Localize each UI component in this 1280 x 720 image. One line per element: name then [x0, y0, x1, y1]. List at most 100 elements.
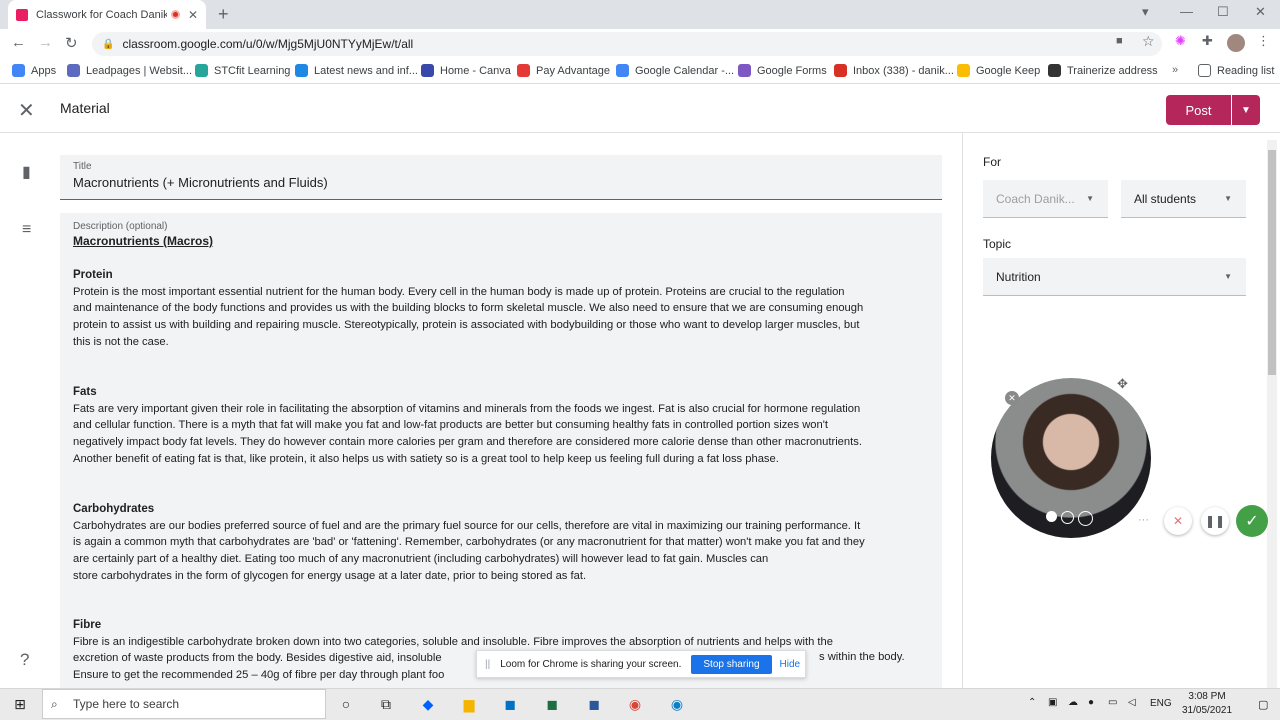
drag-handle-icon[interactable]: || — [485, 659, 490, 670]
chrome-icon[interactable]: ◉ — [625, 694, 645, 714]
post-options-chevron-down-icon[interactable]: ▼ — [1232, 95, 1260, 125]
outlook-icon[interactable]: ◼ — [500, 694, 520, 714]
paragraph-line: Protein is the most important essential … — [73, 285, 845, 298]
stcfit-icon — [195, 64, 208, 77]
new-tab-icon[interactable]: + — [218, 4, 229, 25]
help-icon[interactable]: ? — [20, 650, 29, 670]
chrome-menu-icon[interactable]: ⋮ — [1257, 33, 1270, 49]
forms-icon — [738, 64, 751, 77]
minimize-icon[interactable]: — — [1180, 4, 1193, 19]
volume-icon[interactable]: ◁ — [1128, 697, 1136, 708]
chevron-down-icon: ▼ — [1224, 272, 1232, 281]
section-carbohydrates: Carbohydrates Carbohydrates are our bodi… — [73, 501, 933, 585]
bookmark-star-icon[interactable]: ☆ — [1142, 33, 1155, 50]
stop-sharing-button[interactable]: Stop sharing — [691, 654, 772, 674]
dropbox-icon[interactable]: ◆ — [418, 694, 438, 714]
maximize-icon[interactable]: ☐ — [1217, 4, 1229, 20]
forward-icon[interactable]: → — [38, 34, 53, 51]
for-label: For — [983, 155, 1001, 169]
more-options-icon[interactable]: ··· — [1138, 514, 1149, 526]
bookmark-canva[interactable]: Home - Canva — [421, 64, 511, 77]
reading-list-icon — [1198, 64, 1211, 77]
taskbar-search-placeholder: Type here to search — [73, 697, 180, 711]
pause-recording-icon[interactable]: ❚❚ — [1201, 507, 1229, 535]
paragraph-line-tail: s within the body. — [819, 651, 905, 663]
bookmark-pay-advantage[interactable]: Pay Advantage — [517, 64, 610, 77]
tray-overflow-icon[interactable]: ⌃ — [1028, 697, 1036, 708]
scrollbar-thumb[interactable] — [1268, 150, 1276, 375]
size-small-icon[interactable] — [1046, 511, 1057, 522]
tray-app-icon[interactable]: ▣ — [1048, 697, 1057, 708]
webcam-size-toggle[interactable] — [1046, 511, 1093, 526]
microphone-icon[interactable]: ● — [1088, 697, 1094, 708]
post-button[interactable]: Post — [1166, 95, 1231, 125]
canva-icon — [421, 64, 434, 77]
cortana-icon[interactable]: ○ — [336, 694, 356, 714]
address-bar[interactable]: 🔒 classroom.google.com/u/0/w/Mjg5MjU0NTY… — [92, 32, 1162, 56]
bookmark-material-icon: ▮ — [22, 164, 31, 181]
bookmark-apps[interactable]: Apps — [12, 64, 56, 77]
clock-date: 31/05/2021 — [1182, 705, 1233, 716]
section-protein: Protein Protein is the most important es… — [73, 267, 933, 351]
webcam-close-icon[interactable]: ✕ — [1005, 391, 1019, 405]
title-field[interactable]: Title Macronutrients (+ Micronutrients a… — [60, 155, 942, 200]
section-heading: Fats — [73, 386, 97, 398]
excel-icon[interactable]: ◼ — [542, 694, 562, 714]
recording-icon — [170, 10, 180, 19]
bookmark-google-calendar[interactable]: Google Calendar -... — [616, 64, 734, 77]
chevron-down-icon: ▼ — [1224, 194, 1232, 203]
size-medium-icon[interactable] — [1061, 511, 1074, 524]
word-icon[interactable]: ◼ — [584, 694, 604, 714]
description-field-label: Description (optional) — [73, 221, 168, 232]
bookmark-trainerize[interactable]: Trainerize address — [1048, 64, 1158, 77]
bookmark-inbox[interactable]: Inbox (338) - danik... — [834, 64, 954, 77]
task-view-icon[interactable]: ⧉ — [376, 694, 396, 714]
edge-icon[interactable]: ◉ — [667, 694, 687, 714]
apps-grid-icon — [12, 64, 25, 77]
reload-icon[interactable]: ↻ — [65, 34, 78, 52]
paragraph-line: and cellular function. There is a myth t… — [73, 419, 828, 432]
reading-list[interactable]: Reading list — [1198, 64, 1274, 77]
browser-tab[interactable]: Classwork for Coach Danika ✕ — [8, 0, 206, 29]
close-tab-icon[interactable]: ✕ — [188, 8, 198, 22]
window-close-icon[interactable]: ✕ — [1255, 4, 1266, 20]
bookmark-stcfit[interactable]: STCfit Learning — [195, 64, 290, 77]
gmail-icon — [834, 64, 847, 77]
back-icon[interactable]: ← — [11, 34, 26, 51]
description-field[interactable]: Description (optional) Macronutrients (M… — [60, 213, 942, 693]
taskbar-search[interactable]: ⌕ Type here to search — [42, 689, 326, 719]
title-field-label: Title — [73, 161, 92, 172]
paragraph-line: Fats are very important given their role… — [73, 402, 861, 415]
extensions-puzzle-icon[interactable]: ✚ — [1202, 33, 1213, 49]
file-explorer-icon[interactable]: ▆ — [459, 694, 479, 714]
topic-select[interactable]: Nutrition ▼ — [983, 258, 1246, 296]
keep-icon — [957, 64, 970, 77]
extension-icon[interactable]: ✺ — [1175, 33, 1186, 49]
size-large-icon[interactable] — [1078, 511, 1093, 526]
finish-recording-check-icon[interactable]: ✓ — [1236, 505, 1268, 537]
cloud-icon[interactable]: ☁ — [1068, 697, 1078, 708]
bookmark-google-keep[interactable]: Google Keep — [957, 64, 1040, 77]
profile-menu-icon[interactable]: ▾ — [1142, 4, 1149, 20]
profile-avatar[interactable] — [1227, 34, 1245, 52]
bookmark-google-forms[interactable]: Google Forms — [738, 64, 827, 77]
paragraph-line: store carbohydrates in the form of glyco… — [73, 569, 587, 582]
bookmark-leadpages[interactable]: Leadpages | Websit... — [67, 64, 192, 77]
language-indicator[interactable]: ENG — [1150, 698, 1172, 709]
page-title: Material — [60, 100, 110, 116]
clock[interactable]: 3:08 PM 31/05/2021 — [1182, 690, 1232, 718]
bookmarks-overflow-icon[interactable]: » — [1172, 64, 1178, 76]
cancel-recording-icon[interactable]: ✕ — [1164, 507, 1192, 535]
class-select[interactable]: Coach Danik... ▼ — [983, 180, 1108, 218]
url-text: classroom.google.com/u/0/w/Mjg5MjU0NTYyM… — [122, 37, 414, 51]
camera-icon[interactable]: ■ — [1116, 35, 1123, 47]
hide-button[interactable]: Hide — [780, 659, 801, 670]
bookmark-latest-news[interactable]: Latest news and inf... — [295, 64, 418, 77]
battery-icon[interactable]: ▭ — [1108, 697, 1117, 708]
notifications-icon[interactable]: ▢ — [1258, 698, 1268, 711]
windows-start-icon[interactable]: ⊞ — [10, 694, 30, 714]
classroom-favicon-icon — [16, 8, 28, 21]
students-select[interactable]: All students ▼ — [1121, 180, 1246, 218]
news-icon — [295, 64, 308, 77]
close-icon[interactable]: ✕ — [18, 98, 35, 123]
